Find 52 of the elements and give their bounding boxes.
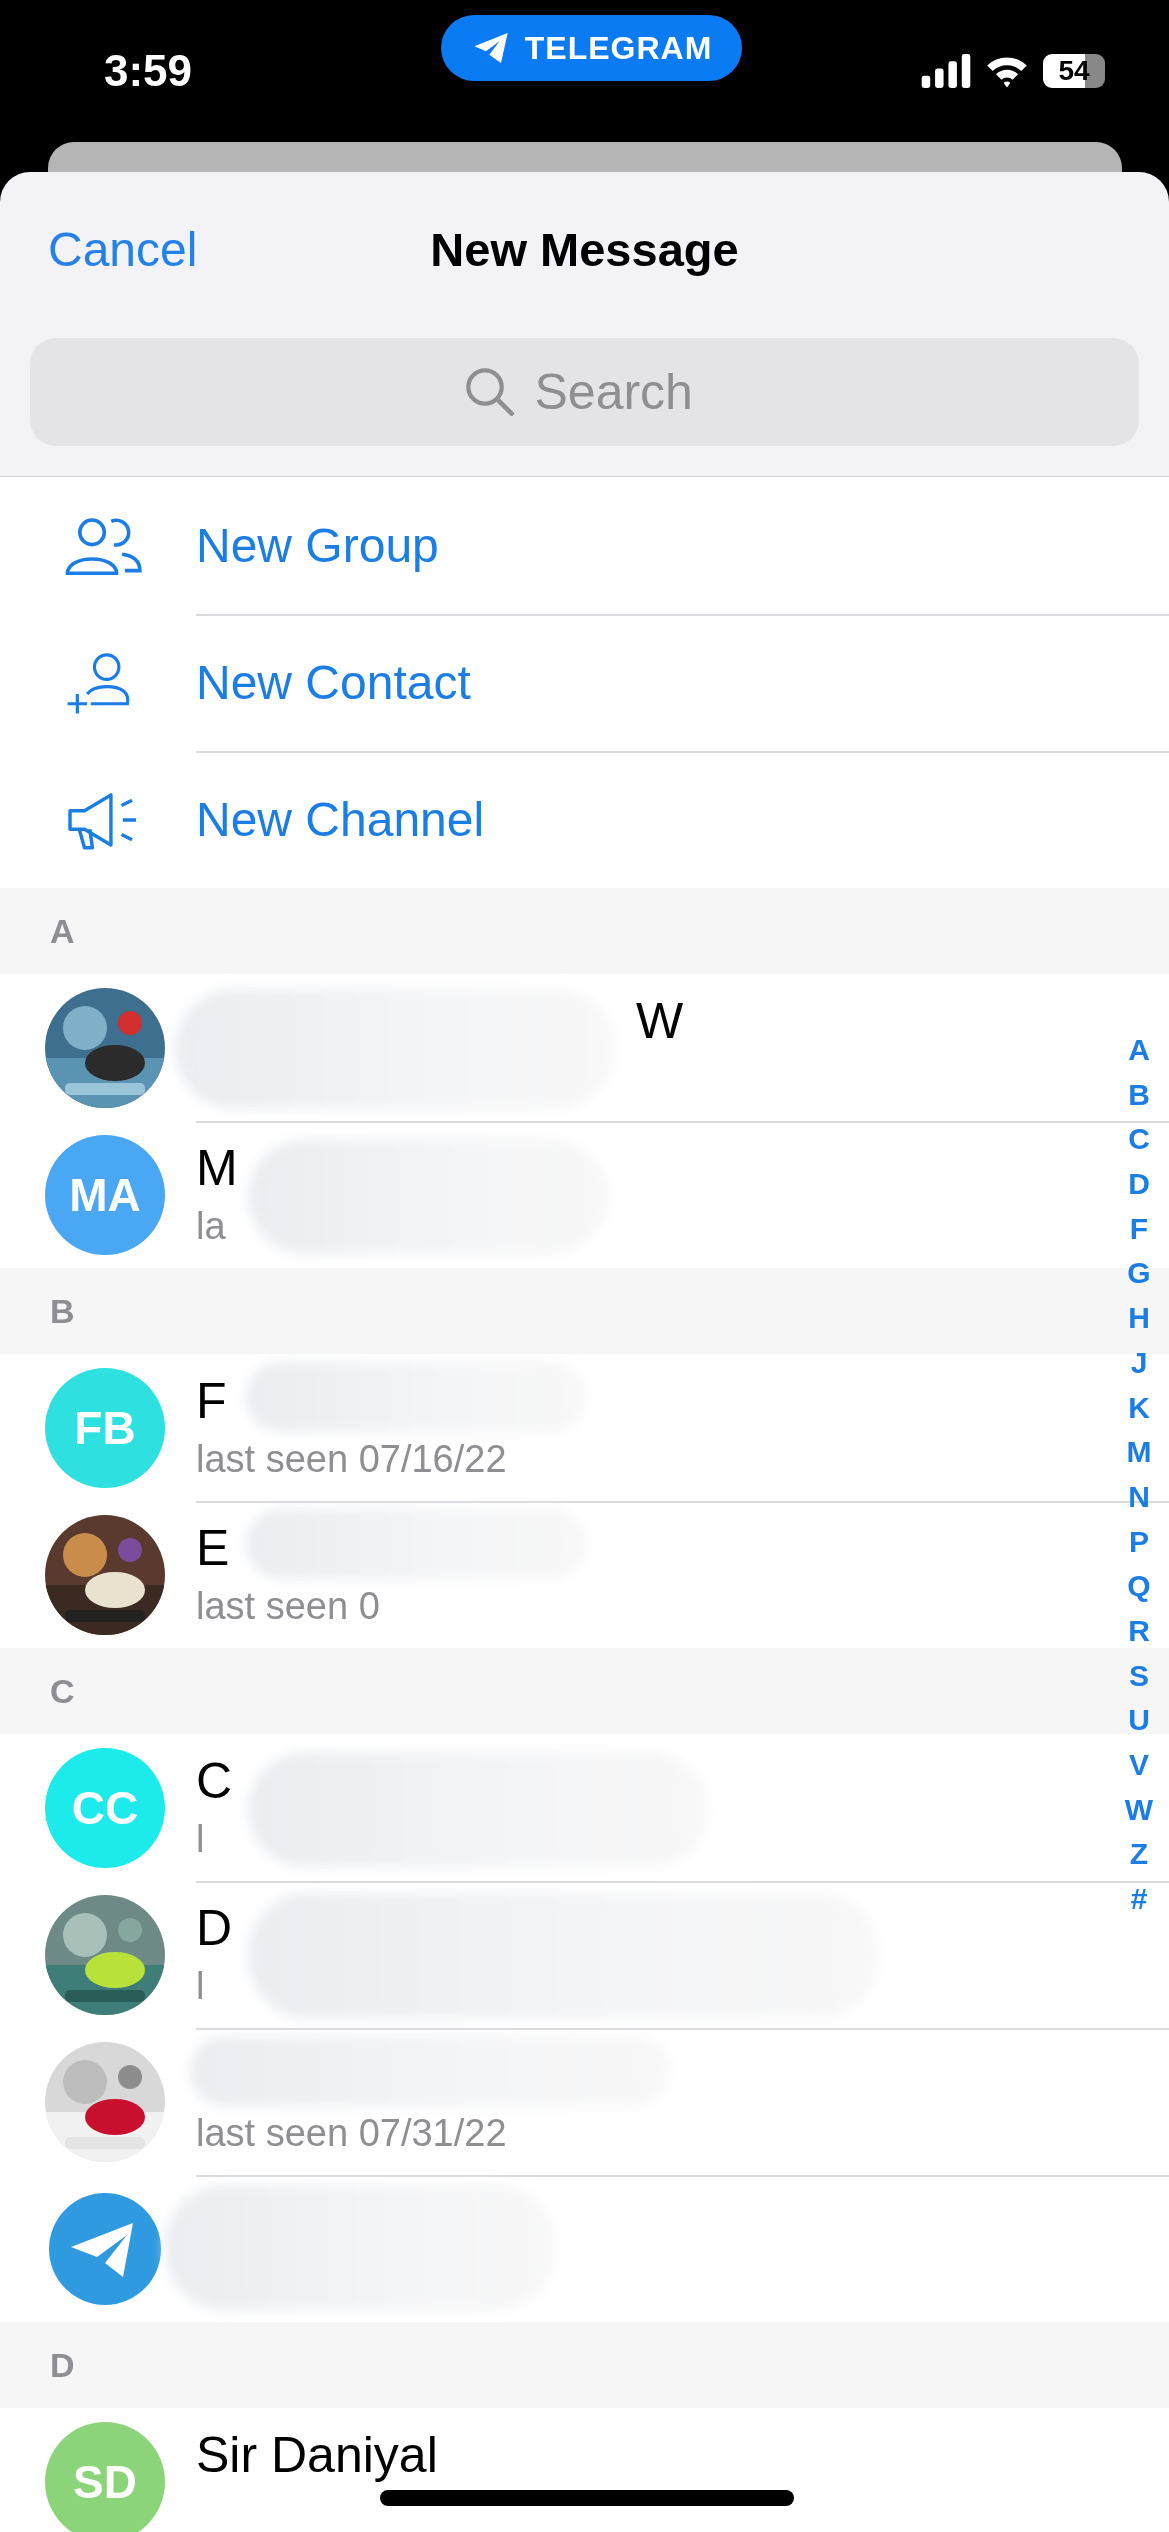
index-letter[interactable]: K xyxy=(1128,1385,1150,1431)
contact-name: F xyxy=(196,1371,227,1430)
section-letter: B xyxy=(50,1291,75,1331)
index-letter[interactable]: B xyxy=(1128,1072,1150,1118)
index-letter[interactable]: V xyxy=(1129,1743,1149,1788)
cancel-button[interactable]: Cancel xyxy=(48,222,198,277)
app-pill[interactable]: TELEGRAM xyxy=(440,15,743,81)
avatar: CC xyxy=(45,1747,165,1868)
search-icon xyxy=(464,367,515,417)
battery-icon: 54 xyxy=(1043,54,1105,88)
section-letter: A xyxy=(50,911,75,951)
index-letter[interactable]: Z xyxy=(1129,1832,1149,1878)
last-seen-text: la xyxy=(196,1204,226,1247)
index-letter[interactable]: F xyxy=(1129,1206,1149,1252)
section-letter: D xyxy=(50,2345,75,2385)
index-letter[interactable]: D xyxy=(1128,1162,1150,1207)
index-letter[interactable]: A xyxy=(1128,1028,1150,1073)
section-letter: C xyxy=(50,1671,75,1711)
last-seen-text: l xyxy=(196,1964,205,2007)
search-field[interactable]: Search xyxy=(534,363,705,421)
index-letter[interactable]: S xyxy=(1129,1653,1149,1699)
index-letter[interactable]: # xyxy=(1130,1877,1148,1922)
contact-name: E xyxy=(196,1518,230,1577)
contact-name: M xyxy=(196,1138,238,1197)
last-seen-text: last seen 0 xyxy=(196,1584,380,1627)
status-time: 3:59 xyxy=(104,46,193,96)
last-seen-text: l xyxy=(196,1817,205,1860)
index-letter[interactable]: M xyxy=(1126,1430,1152,1475)
action-item[interactable]: New Contact xyxy=(0,614,1169,751)
index-letter[interactable]: W xyxy=(1124,1787,1154,1833)
index-letter[interactable]: U xyxy=(1128,1698,1150,1743)
contact-name: Sir Daniyal xyxy=(196,2425,438,2484)
avatar: MA xyxy=(45,1134,165,1255)
action-item[interactable]: New Group xyxy=(0,477,1169,614)
index-letter[interactable]: C xyxy=(1128,1117,1150,1163)
contact-name: W xyxy=(636,991,684,1050)
avatar: SD xyxy=(45,2421,165,2532)
signal-icon xyxy=(921,54,971,88)
avatar: FB xyxy=(45,1367,165,1488)
index-letter[interactable]: Q xyxy=(1127,1564,1151,1609)
last-seen-text: last seen 07/31/22 xyxy=(196,2111,507,2154)
index-letter[interactable]: N xyxy=(1128,1474,1150,1520)
contact-name: D xyxy=(196,1898,233,1957)
index-letter[interactable]: H xyxy=(1128,1296,1150,1341)
index-letter[interactable]: J xyxy=(1130,1340,1148,1386)
contact-name: C xyxy=(196,1751,233,1810)
index-letter[interactable]: R xyxy=(1128,1608,1150,1654)
action-item[interactable]: New Channel xyxy=(0,751,1169,888)
screen-title: New Message xyxy=(430,221,739,277)
last-seen-text: last seen 07/16/22 xyxy=(196,1437,507,1480)
index-letter[interactable]: G xyxy=(1127,1251,1151,1297)
index-letter[interactable]: P xyxy=(1129,1519,1149,1565)
